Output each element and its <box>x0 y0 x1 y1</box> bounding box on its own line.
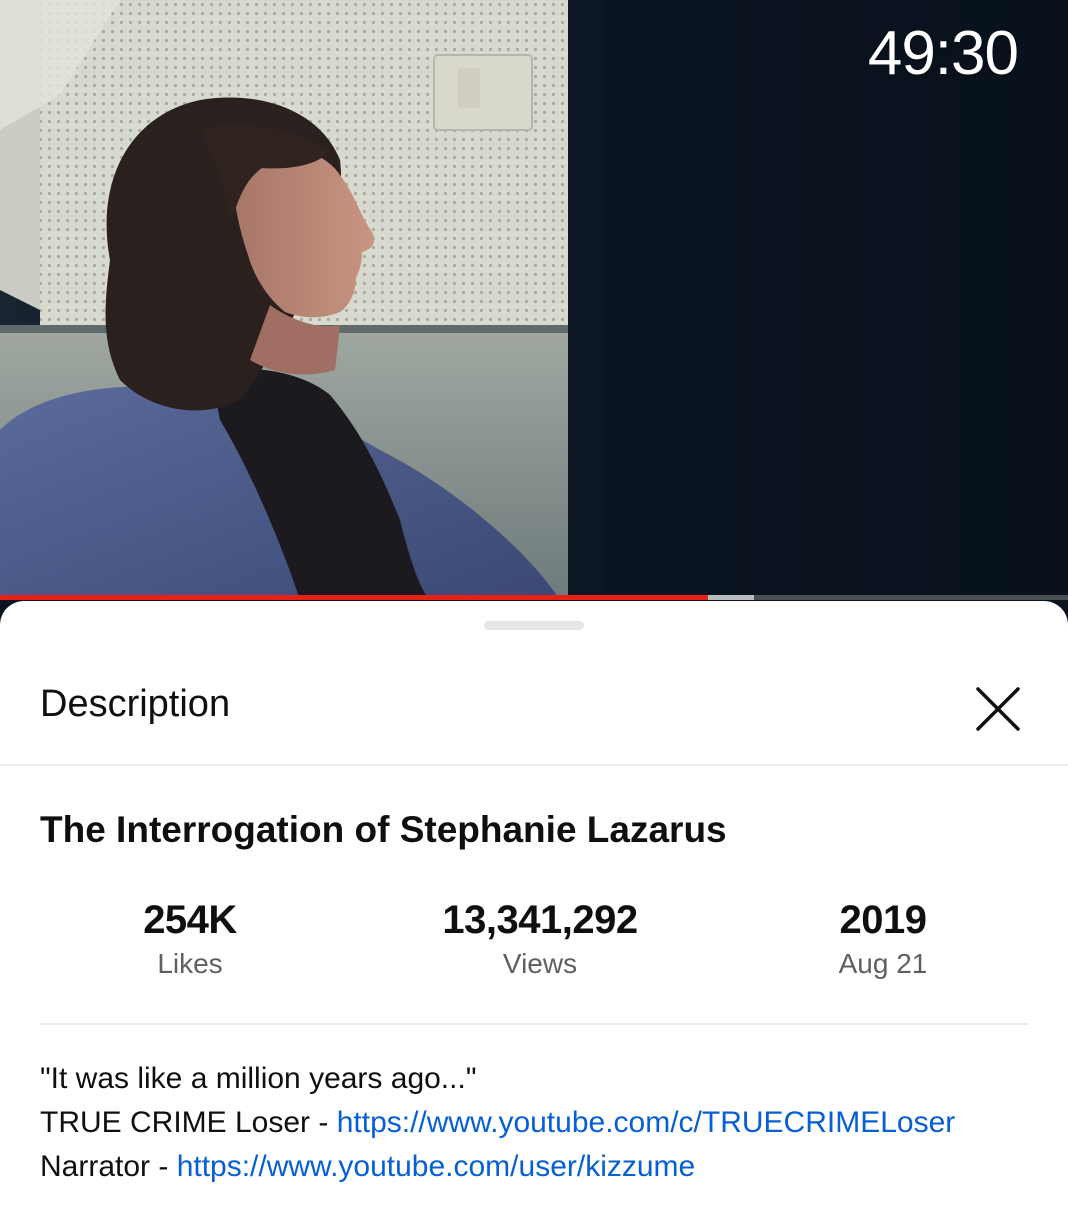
description-line: Narrator - https://www.youtube.com/user/… <box>40 1145 1060 1189</box>
likes-label: Likes <box>157 948 223 979</box>
video-duration: 49:30 <box>867 19 1019 88</box>
upload-date-stat: 2019 Aug 21 <box>733 897 1033 981</box>
video-frame <box>0 0 1068 600</box>
upload-year: 2019 <box>839 898 927 942</box>
channel-link[interactable]: https://www.youtube.com/c/TRUECRIMELoser <box>337 1106 956 1139</box>
drag-handle[interactable] <box>484 621 584 630</box>
progress-played <box>0 595 709 600</box>
description-text-prefix: TRUE CRIME Loser - <box>40 1106 337 1139</box>
close-icon <box>976 687 1020 731</box>
header-divider <box>0 764 1068 766</box>
likes-stat: 254K Likes <box>40 897 340 981</box>
narrator-link[interactable]: https://www.youtube.com/user/kizzume <box>177 1150 696 1183</box>
description-text-prefix: Narrator - <box>40 1150 177 1183</box>
description-line: "It was like a million years ago..." <box>40 1062 477 1095</box>
description-text: "It was like a million years ago..." TRU… <box>40 1057 1060 1189</box>
close-button[interactable] <box>968 679 1028 739</box>
description-panel: Description The Interrogation of Stephan… <box>0 601 1068 1221</box>
video-progress-bar[interactable] <box>0 595 1068 600</box>
likes-count: 254K <box>143 898 237 942</box>
stats-divider <box>40 1023 1028 1025</box>
video-title: The Interrogation of Stephanie Lazarus <box>40 809 727 850</box>
views-stat: 13,341,292 Views <box>390 897 690 981</box>
panel-title: Description <box>40 683 231 725</box>
upload-date: Aug 21 <box>838 948 928 979</box>
views-label: Views <box>502 948 578 979</box>
video-player[interactable]: 49:30 <box>0 0 1068 600</box>
views-count: 13,341,292 <box>442 898 638 942</box>
description-line: TRUE CRIME Loser - https://www.youtube.c… <box>40 1101 1060 1145</box>
